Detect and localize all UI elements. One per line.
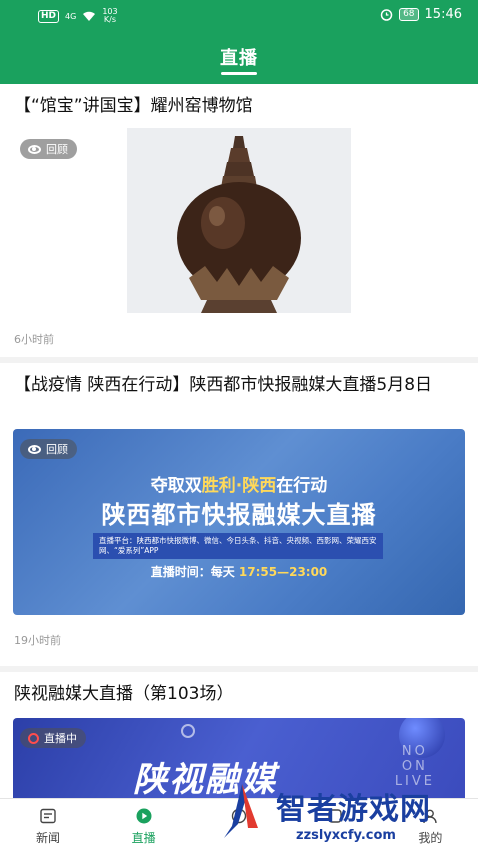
- item-title[interactable]: 【“馆宝”讲国宝】耀州窑博物馆: [0, 84, 478, 120]
- list-item[interactable]: 【战疫情 陕西在行动】陕西都市快报融媒大直播5月8日 夺取双胜利·陕西在行动 陕…: [0, 363, 478, 672]
- app-header: HD 4G 103 K/s 68 15:46 直播: [0, 0, 478, 84]
- page-title: 直播: [220, 48, 258, 69]
- replay-badge: 回顾: [20, 439, 77, 459]
- item-time: 6小时前: [14, 333, 54, 346]
- eye-icon: [28, 144, 41, 154]
- live-feed[interactable]: 【“馆宝”讲国宝】耀州窑博物馆 回顾 6小时前 【战疫情 陕西在行动】陕西都市快…: [0, 84, 478, 798]
- live-badge: 直播中: [20, 728, 86, 748]
- decor-ring: [181, 724, 195, 738]
- list-item[interactable]: 【“馆宝”讲国宝】耀州窑博物馆 回顾 6小时前: [0, 84, 478, 363]
- replay-badge: 回顾: [20, 139, 77, 159]
- live-banner-image[interactable]: 夺取双胜利·陕西在行动 陕西都市快报融媒大直播 直播平台：陕西都市快报微博、微信…: [13, 429, 465, 615]
- nav-label: 直播: [131, 831, 156, 845]
- banner-title: 陕西都市快报融媒大直播: [101, 501, 377, 529]
- nav-label: 新闻: [35, 831, 60, 845]
- banner-slogan: 夺取双胜利·陕西在行动: [150, 476, 328, 496]
- item-title[interactable]: 【战疫情 陕西在行动】陕西都市快报融媒大直播5月8日: [0, 363, 478, 399]
- news-icon: [40, 808, 56, 824]
- alarm-icon: [380, 9, 393, 21]
- watermark-title: 智者游戏网: [276, 792, 431, 827]
- watermark: 智者游戏网 zzslyxcfy.com: [212, 778, 474, 850]
- nav-item-news[interactable]: 新闻: [0, 799, 96, 850]
- active-tab-indicator: [221, 72, 257, 75]
- banner-platforms: 直播平台：陕西都市快报微博、微信、今日头条、抖音、央视频、西影网、荣耀西安网、“…: [93, 533, 383, 559]
- artifact-photo[interactable]: [127, 128, 351, 313]
- vase-image: [127, 128, 351, 313]
- watermark-logo-icon: [224, 784, 258, 838]
- live-dot-icon: [28, 732, 39, 744]
- status-bar: HD 4G 103 K/s 68 15:46: [0, 0, 478, 30]
- banner-schedule: 直播时间：每天 17:55—23:00: [150, 565, 328, 579]
- item-time: 19小时前: [14, 634, 61, 647]
- network-speed: 103 K/s: [102, 7, 118, 24]
- signal-icon: 4G: [65, 11, 77, 21]
- clock: 15:46: [424, 7, 462, 22]
- live-play-icon: [136, 808, 152, 824]
- watermark-url: zzslyxcfy.com: [296, 828, 396, 843]
- battery-icon: 68: [399, 8, 419, 21]
- item-title[interactable]: 陕视融媒大直播（第103场）: [0, 672, 478, 708]
- eye-icon: [28, 444, 41, 454]
- hd-indicator: HD: [38, 9, 60, 23]
- wifi-icon: [83, 11, 96, 21]
- nav-item-live[interactable]: 直播: [96, 799, 192, 850]
